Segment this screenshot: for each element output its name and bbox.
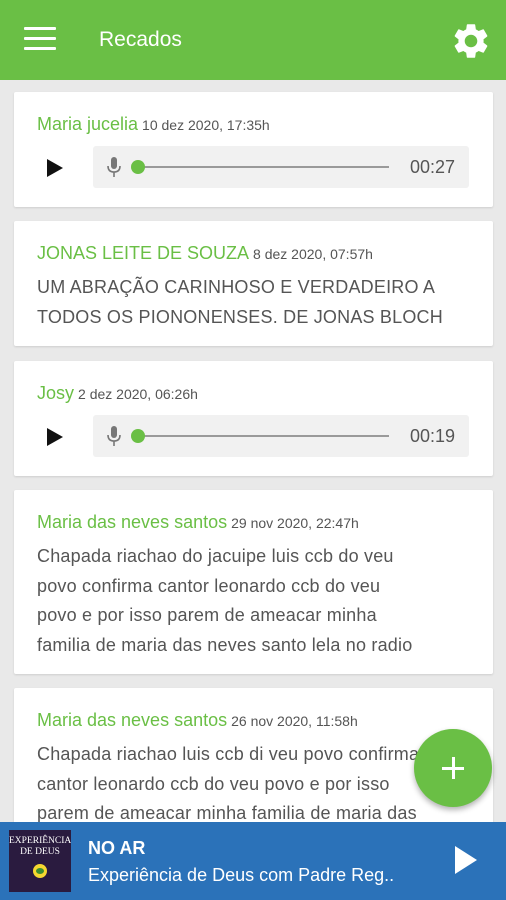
program-title: Experiência de Deus com Padre Reg.. — [88, 865, 395, 885]
message-time: 10 dez 2020, 17:35h — [142, 117, 270, 133]
microphone-icon — [107, 157, 121, 177]
message-time: 26 nov 2020, 11:58h — [231, 713, 358, 729]
cover-logo — [33, 864, 47, 878]
message-line: TODOS OS PIONONENSES. DE JONAS BLOCH — [37, 306, 443, 327]
play-icon[interactable] — [453, 844, 479, 881]
cover-text: EXPERIÊNCIA DE DEUS — [9, 836, 71, 857]
message-text: UM ABRAÇÃO CARINHOSO E VERDADEIRO A TODO… — [37, 273, 473, 332]
message-author: Maria das neves santos — [37, 710, 228, 730]
message-author: Maria jucelia — [37, 114, 139, 134]
message-time: 8 dez 2020, 07:57h — [253, 246, 373, 262]
message-card: Maria das neves santos 29 nov 2020, 22:47… — [14, 490, 493, 674]
app-bar: Recados — [0, 0, 506, 80]
message-line: familia de maria das neves santo lela no… — [37, 634, 413, 655]
message-time: 2 dez 2020, 06:26h — [78, 386, 198, 402]
audio-player: 00:19 — [37, 415, 469, 459]
message-line: parem de ameacar minha familia de maria … — [37, 803, 417, 822]
audio-progress-bar: 00:27 — [93, 146, 469, 188]
message-time: 29 nov 2020, 22:47h — [231, 515, 359, 531]
message-line: povo e por isso parem de ameacar minha — [37, 605, 377, 625]
message-feed[interactable]: Maria jucelia 10 dez 2020, 17:35h 00:27 J… — [0, 80, 506, 822]
message-text: Chapada riachao luis ccb di veu povo con… — [37, 740, 473, 822]
message-line: povo confirma cantor leonardo ccb do veu — [37, 575, 381, 596]
page-title: Recados — [99, 28, 182, 51]
play-icon[interactable] — [47, 428, 63, 451]
audio-progress-bar: 00:19 — [93, 415, 469, 457]
message-author: JONAS LEITE DE SOUZA — [37, 243, 250, 263]
message-author: Josy — [37, 383, 75, 403]
audio-seek-thumb[interactable] — [131, 160, 145, 174]
audio-player: 00:27 — [37, 146, 469, 190]
message-text: Chapada riachao do jacuipe luis ccb do v… — [37, 542, 473, 660]
message-card: Josy 2 dez 2020, 06:26h 00:19 — [14, 361, 493, 476]
program-cover-image: EXPERIÊNCIA DE DEUS — [9, 830, 71, 892]
message-card: JONAS LEITE DE SOUZA 8 dez 2020, 07:57h U… — [14, 221, 493, 346]
message-author: Maria das neves santos — [37, 512, 228, 532]
gear-icon[interactable] — [450, 20, 492, 62]
message-line: Chapada riachao do jacuipe luis ccb do v… — [37, 546, 394, 566]
message-line: UM ABRAÇÃO CARINHOSO E VERDADEIRO A — [37, 277, 436, 297]
microphone-icon — [107, 426, 121, 446]
message-line: Chapada riachao luis ccb di veu povo con… — [37, 744, 420, 764]
hamburger-menu-icon[interactable] — [24, 27, 56, 53]
audio-duration: 00:19 — [409, 426, 455, 446]
audio-track[interactable] — [132, 166, 389, 168]
live-label: NO AR — [88, 838, 146, 858]
audio-seek-thumb[interactable] — [131, 429, 145, 443]
message-line: cantor leonardo ccb do veu povo e por is… — [37, 773, 390, 794]
now-playing-bar[interactable]: EXPERIÊNCIA DE DEUS NO AR Experiência de… — [0, 822, 506, 900]
audio-duration: 00:27 — [409, 157, 455, 177]
play-icon[interactable] — [47, 159, 63, 182]
add-message-button[interactable] — [414, 729, 492, 807]
audio-track[interactable] — [132, 435, 389, 437]
message-card: Maria jucelia 10 dez 2020, 17:35h 00:27 — [14, 92, 493, 207]
